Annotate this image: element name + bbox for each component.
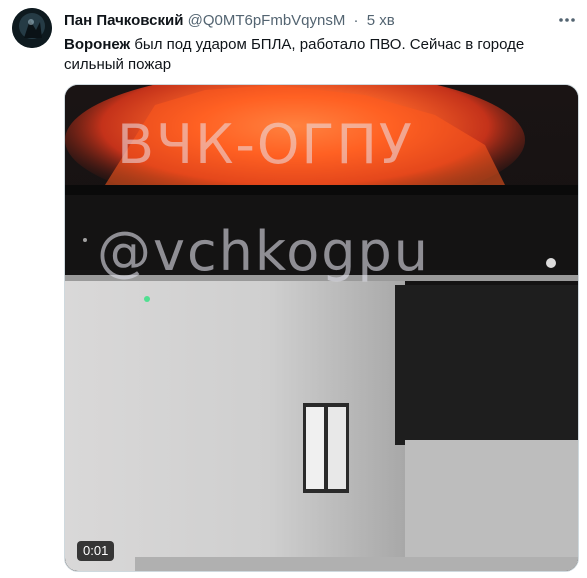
tweet-text: Воронеж был под ударом БПЛА, работало ПВ… (64, 35, 569, 75)
avatar-figure-icon (12, 8, 52, 48)
more-icon[interactable] (555, 12, 579, 32)
tweet-time[interactable]: 5 хв (367, 12, 395, 29)
tweet-text-bold[interactable]: Воронеж (64, 36, 130, 53)
building-wall (65, 275, 405, 571)
separator-dot: · (353, 12, 359, 29)
watermark-handle: @vchkogpu (97, 220, 431, 283)
author-name[interactable]: Пан Пачковский (64, 12, 183, 29)
avatar[interactable] (12, 8, 52, 48)
video-duration-badge: 0:01 (77, 541, 115, 561)
more-dots-icon (559, 18, 575, 22)
video-player[interactable]: ВЧК-ОГПУ @vchkogpu 0:01 (64, 84, 579, 572)
author-handle[interactable]: @Q0MT6pFmbVqynsM (188, 12, 346, 29)
tweet[interactable]: Пан Пачковский @Q0MT6pFmbVqynsM · 5 хв В… (0, 0, 587, 578)
tweet-text-rest: был под ударом БПЛА, работало ПВО. Сейча… (64, 36, 525, 73)
watermark-top: ВЧК-ОГПУ (117, 113, 414, 176)
tweet-header: Пан Пачковский @Q0MT6pFmbVqynsM · 5 хв (64, 11, 395, 31)
